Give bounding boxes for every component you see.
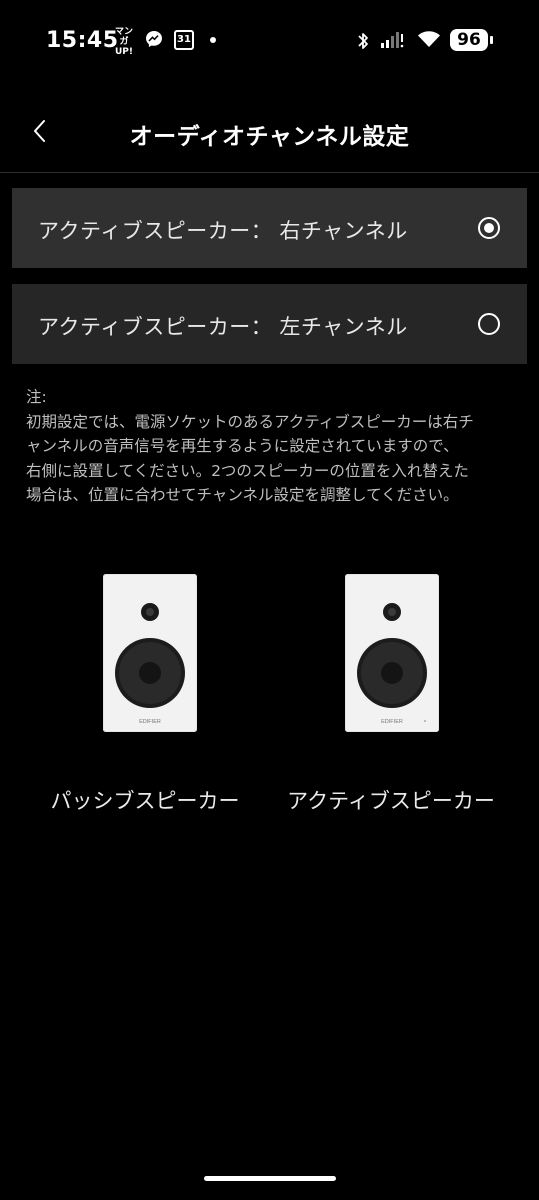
battery-level: 96: [450, 29, 488, 51]
passive-speaker-image: EDIFIER: [103, 574, 197, 732]
notification-dot-icon: [210, 37, 216, 43]
option-label: アクティブスピーカー： 左チャンネル: [38, 315, 408, 339]
clock: 15:45: [46, 28, 119, 53]
note-line: ャンネルの音声信号を再生するように設定されていますので、: [26, 437, 459, 455]
svg-text:EDIFIER: EDIFIER: [139, 719, 161, 725]
passive-speaker-label: パッシブスピーカー: [50, 789, 240, 813]
radio-selected[interactable]: [478, 217, 500, 239]
option-right-channel[interactable]: アクティブスピーカー： 右チャンネル: [12, 188, 527, 268]
note-line: 注:: [26, 388, 47, 406]
active-speaker-label: アクティブスピーカー: [287, 789, 495, 813]
home-indicator[interactable]: [204, 1176, 336, 1181]
svg-text:EDIFIER: EDIFIER: [381, 719, 403, 725]
status-bar: 15:45 マンガUP! 31 96: [0, 0, 539, 80]
calendar-icon: 31: [174, 30, 194, 50]
option-left-channel[interactable]: アクティブスピーカー： 左チャンネル: [12, 284, 527, 364]
manga-app-icon: マンガUP!: [114, 27, 133, 57]
bluetooth-icon: [358, 33, 368, 49]
note-line: 場合は、位置に合わせてチャンネル設定を調整してください。: [26, 486, 459, 504]
messenger-icon: [146, 31, 162, 47]
note-text: 注: 初期設定では、電源ソケットのあるアクティブスピーカーは右チ ャンネルの音声…: [26, 385, 518, 508]
active-speaker-image: EDIFIER: [345, 574, 439, 732]
cellular-signal-icon: [381, 32, 404, 48]
radio-unselected[interactable]: [478, 313, 500, 335]
app-header: オーディオチャンネル設定: [0, 100, 539, 173]
note-line: 初期設定では、電源ソケットのあるアクティブスピーカーは右チ: [26, 412, 474, 431]
note-line: 右側に設置してください。2つのスピーカーの位置を入れ替えた: [26, 461, 469, 480]
option-label: アクティブスピーカー： 右チャンネル: [38, 219, 408, 243]
page-title: オーディオチャンネル設定: [129, 124, 410, 150]
wifi-icon: [418, 31, 440, 47]
battery-icon: 96: [450, 29, 494, 51]
